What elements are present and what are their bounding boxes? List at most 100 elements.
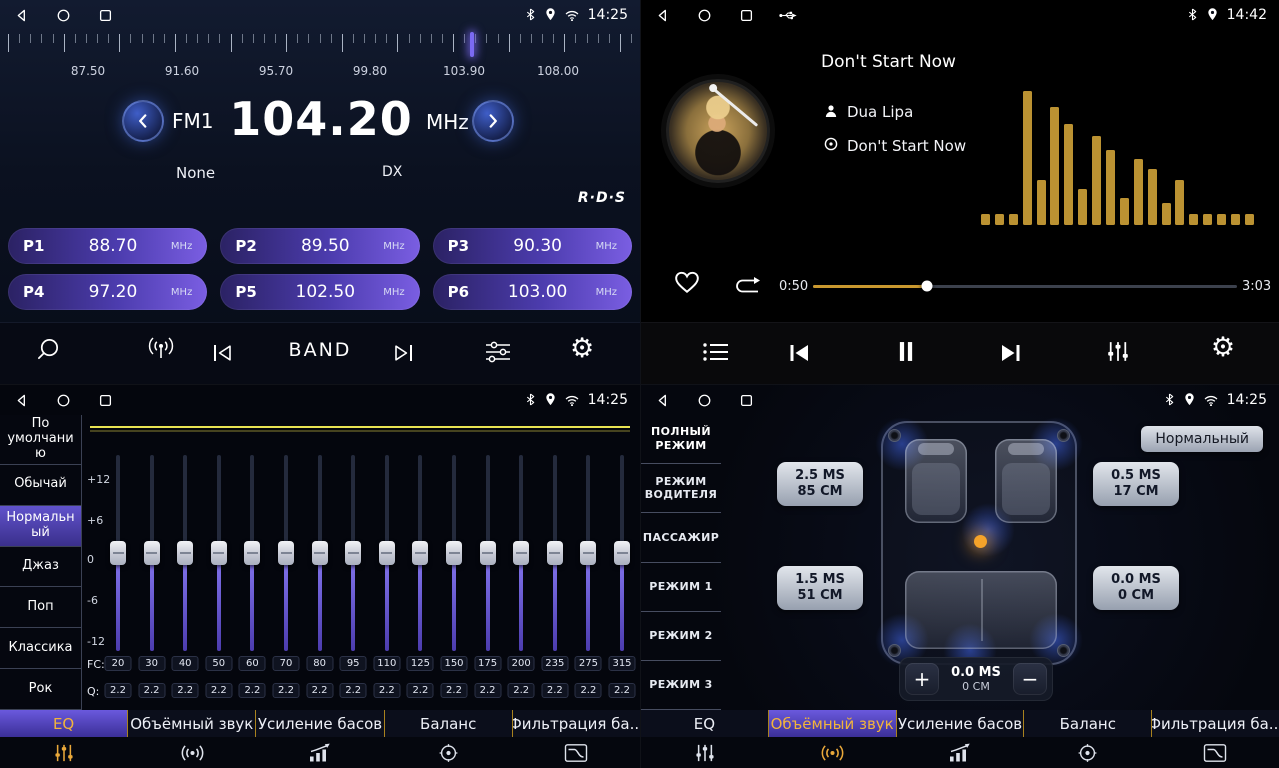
eq-band-slider-95[interactable]: [342, 455, 364, 651]
preset-button-p6[interactable]: P6103.00MHz: [433, 274, 632, 310]
recents-icon[interactable]: [737, 6, 755, 24]
tab-filter[interactable]: Фильтрация ба...: [513, 710, 640, 737]
slider-handle[interactable]: [580, 541, 596, 565]
delay-front-left[interactable]: 2.5 MS 85 CM: [777, 462, 863, 506]
settings-gear-icon[interactable]: ⚙: [1211, 334, 1235, 361]
eq-band-slider-60[interactable]: [241, 455, 263, 651]
eq-sliders-icon[interactable]: [641, 737, 769, 768]
balance-icon[interactable]: [384, 737, 512, 768]
eq-band-slider-70[interactable]: [275, 455, 297, 651]
tab-bass-boost[interactable]: Усиление басов: [256, 710, 384, 737]
eq-band-slider-175[interactable]: [477, 455, 499, 651]
slider-handle[interactable]: [244, 541, 260, 565]
home-icon[interactable]: [54, 391, 72, 409]
eq-band-slider-80[interactable]: [309, 455, 331, 651]
stage-mode-item-2[interactable]: ПАССАЖИР: [641, 513, 721, 562]
slider-handle[interactable]: [480, 541, 496, 565]
frequency-scale-ticks[interactable]: [8, 34, 632, 54]
preset-button-p2[interactable]: P289.50MHz: [220, 228, 419, 264]
tab-eq[interactable]: EQ: [641, 710, 769, 737]
bass-boost-icon[interactable]: [256, 737, 384, 768]
eq-band-slider-110[interactable]: [376, 455, 398, 651]
slider-handle[interactable]: [345, 541, 361, 565]
next-station-icon[interactable]: [392, 343, 416, 363]
eq-faders-icon[interactable]: [1106, 340, 1131, 363]
eq-band-slider-40[interactable]: [174, 455, 196, 651]
preset-button-p5[interactable]: P5102.50MHz: [220, 274, 419, 310]
eq-band-slider-20[interactable]: [107, 455, 129, 651]
balance-icon[interactable]: [1024, 737, 1152, 768]
slider-handle[interactable]: [513, 541, 529, 565]
speaker-front-right-icon[interactable]: [1057, 429, 1070, 442]
delay-rear-left[interactable]: 1.5 MS 51 CM: [777, 566, 863, 610]
tab-filter[interactable]: Фильтрация ба...: [1152, 710, 1279, 737]
eq-band-slider-200[interactable]: [510, 455, 532, 651]
slider-handle[interactable]: [278, 541, 294, 565]
slider-handle[interactable]: [177, 541, 193, 565]
eq-preset-item-0[interactable]: По умолчанию: [0, 415, 81, 465]
surround-sound-icon[interactable]: [128, 737, 256, 768]
pause-icon[interactable]: [898, 341, 915, 362]
eq-preset-item-4[interactable]: Поп: [0, 587, 81, 628]
stage-mode-item-1[interactable]: РЕЖИМ ВОДИТЕЛЯ: [641, 464, 721, 513]
back-icon[interactable]: [653, 6, 671, 24]
preset-button-p4[interactable]: P497.20MHz: [8, 274, 207, 310]
speaker-rear-left-icon[interactable]: [888, 644, 901, 657]
slider-handle[interactable]: [412, 541, 428, 565]
progress-thumb[interactable]: [922, 281, 933, 292]
slider-handle[interactable]: [144, 541, 160, 565]
delay-front-right[interactable]: 0.5 MS 17 CM: [1093, 462, 1179, 506]
eq-sliders-icon[interactable]: [0, 737, 128, 768]
seek-bar[interactable]: [813, 280, 1237, 292]
delay-increase-button[interactable]: +: [905, 663, 939, 695]
previous-station-icon[interactable]: [210, 343, 234, 363]
bass-boost-icon[interactable]: [896, 737, 1024, 768]
preset-button-p3[interactable]: P390.30MHz: [433, 228, 632, 264]
slider-handle[interactable]: [312, 541, 328, 565]
recents-icon[interactable]: [96, 391, 114, 409]
filter-icon[interactable]: [1151, 737, 1279, 768]
stage-mode-item-3[interactable]: РЕЖИМ 1: [641, 563, 721, 612]
settings-gear-icon[interactable]: ⚙: [570, 335, 594, 362]
home-icon[interactable]: [695, 391, 713, 409]
eq-band-slider-315[interactable]: [611, 455, 633, 651]
speaker-rear-right-icon[interactable]: [1057, 644, 1070, 657]
eq-band-slider-50[interactable]: [208, 455, 230, 651]
eq-preset-item-5[interactable]: Классика: [0, 628, 81, 669]
favorite-heart-icon[interactable]: [674, 270, 700, 298]
slider-handle[interactable]: [614, 541, 630, 565]
tab-eq[interactable]: EQ: [0, 710, 128, 737]
recents-icon[interactable]: [96, 6, 114, 24]
eq-preset-item-6[interactable]: Рок: [0, 669, 81, 710]
eq-band-slider-30[interactable]: [141, 455, 163, 651]
preset-button-p1[interactable]: P188.70MHz: [8, 228, 207, 264]
slider-handle[interactable]: [110, 541, 126, 565]
recents-icon[interactable]: [737, 391, 755, 409]
eq-band-slider-150[interactable]: [443, 455, 465, 651]
delay-decrease-button[interactable]: −: [1013, 663, 1047, 695]
eq-band-slider-235[interactable]: [544, 455, 566, 651]
stage-mode-item-5[interactable]: РЕЖИМ 3: [641, 661, 721, 710]
tab-balance[interactable]: Баланс: [1024, 710, 1152, 737]
speaker-front-left-icon[interactable]: [888, 429, 901, 442]
tune-down-button[interactable]: [122, 100, 164, 142]
scan-icon[interactable]: [36, 337, 61, 362]
slider-handle[interactable]: [446, 541, 462, 565]
listener-position-dot[interactable]: [974, 535, 987, 548]
slider-handle[interactable]: [211, 541, 227, 565]
eq-preset-item-1[interactable]: Обычай: [0, 465, 81, 506]
back-icon[interactable]: [12, 6, 30, 24]
delay-rear-right[interactable]: 0.0 MS 0 CM: [1093, 566, 1179, 610]
stage-mode-item-0[interactable]: ПОЛНЫЙ РЕЖИМ: [641, 415, 721, 464]
surround-sound-icon[interactable]: [769, 737, 897, 768]
tuner-settings-icon[interactable]: [484, 341, 512, 363]
previous-track-icon[interactable]: [787, 343, 811, 363]
tab-bass-boost[interactable]: Усиление басов: [897, 710, 1025, 737]
eq-band-slider-125[interactable]: [409, 455, 431, 651]
eq-preset-item-2[interactable]: Нормальный: [0, 506, 81, 547]
broadcast-antenna-icon[interactable]: [146, 337, 176, 361]
tune-up-button[interactable]: [472, 100, 514, 142]
band-button[interactable]: BAND: [272, 339, 368, 361]
home-icon[interactable]: [695, 6, 713, 24]
repeat-icon[interactable]: [733, 277, 765, 299]
